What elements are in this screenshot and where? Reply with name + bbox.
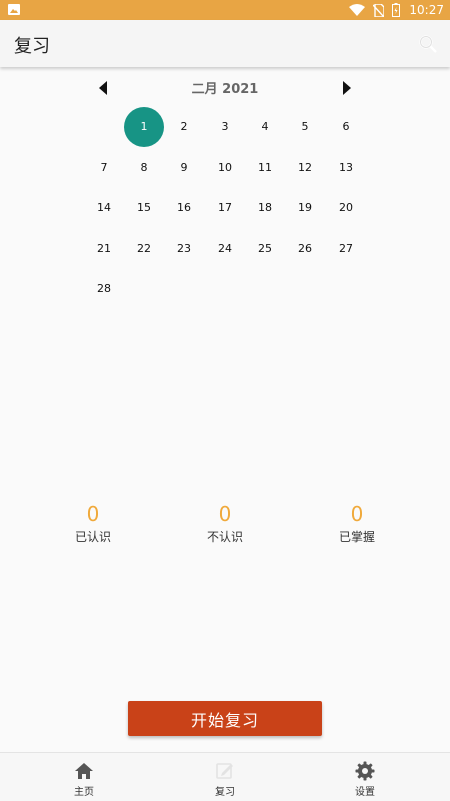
stat-unknown-label: 不认识 <box>206 530 243 544</box>
calendar-day[interactable]: 4 <box>245 107 285 147</box>
calendar-day-selected[interactable]: 1 <box>124 107 164 147</box>
calendar-day[interactable]: 11 <box>245 148 285 188</box>
stat-mastered: 0 已掌握 <box>317 500 397 545</box>
calendar-day[interactable]: 27 <box>326 229 366 269</box>
nav-settings-label: 设置 <box>355 787 375 798</box>
calendar-day[interactable]: 21 <box>84 229 124 269</box>
review-stats: 0 已认识 0 不认识 0 已掌握 <box>0 500 450 550</box>
calendar-day[interactable]: 10 <box>205 148 245 188</box>
calendar-day[interactable]: 25 <box>245 229 285 269</box>
stat-unknown: 0 不认识 <box>185 500 265 545</box>
calendar-day[interactable]: 8 <box>124 148 164 188</box>
no-sim-icon <box>373 3 384 17</box>
search-icon[interactable] <box>418 34 438 54</box>
gallery-icon <box>8 4 20 15</box>
wifi-icon <box>349 3 365 16</box>
nav-review[interactable]: 复习 <box>150 753 300 801</box>
calendar-day[interactable]: 2 <box>164 107 204 147</box>
calendar-day[interactable]: 28 <box>84 269 124 309</box>
month-label: 二月 2021 <box>191 82 259 97</box>
stat-known-label: 已认识 <box>74 530 111 544</box>
calendar-day[interactable]: 14 <box>84 188 124 228</box>
start-review-button[interactable]: 开始复习 <box>128 701 322 736</box>
calendar-day[interactable]: 22 <box>124 229 164 269</box>
app-bar: 复习 <box>0 20 450 67</box>
home-icon <box>75 763 93 779</box>
stat-mastered-label: 已掌握 <box>338 530 375 544</box>
calendar-day[interactable]: 23 <box>164 229 204 269</box>
review-icon <box>216 763 233 779</box>
calendar-day[interactable]: 12 <box>285 148 325 188</box>
calendar-day[interactable]: 6 <box>326 107 366 147</box>
gear-icon <box>355 761 375 781</box>
status-time: 10:27 <box>409 3 444 17</box>
next-month-icon[interactable] <box>340 80 354 96</box>
calendar-day[interactable]: 15 <box>124 188 164 228</box>
battery-icon <box>392 3 400 17</box>
page-title: 复习 <box>14 36 50 57</box>
status-bar: 10:27 <box>0 0 450 20</box>
calendar-day[interactable]: 18 <box>245 188 285 228</box>
calendar-day[interactable]: 24 <box>205 229 245 269</box>
calendar-header: 二月 2021 <box>0 76 450 100</box>
calendar-day[interactable]: 20 <box>326 188 366 228</box>
calendar-day[interactable]: 16 <box>164 188 204 228</box>
bottom-nav: 主页 复习 设置 <box>0 752 450 801</box>
stat-mastered-value: 0 <box>350 502 364 526</box>
nav-home-label: 主页 <box>74 787 94 798</box>
calendar-day[interactable]: 17 <box>205 188 245 228</box>
calendar-day[interactable]: 5 <box>285 107 325 147</box>
nav-settings[interactable]: 设置 <box>290 753 440 801</box>
stat-unknown-value: 0 <box>218 502 232 526</box>
nav-home[interactable]: 主页 <box>9 753 159 801</box>
stat-known: 0 已认识 <box>53 500 133 545</box>
nav-review-label: 复习 <box>215 787 235 798</box>
calendar-day[interactable]: 26 <box>285 229 325 269</box>
calendar-day[interactable]: 3 <box>205 107 245 147</box>
calendar-day[interactable]: 13 <box>326 148 366 188</box>
stat-known-value: 0 <box>86 502 100 526</box>
calendar-day[interactable]: 19 <box>285 188 325 228</box>
calendar-day[interactable]: 9 <box>164 148 204 188</box>
calendar-day[interactable]: 7 <box>84 148 124 188</box>
